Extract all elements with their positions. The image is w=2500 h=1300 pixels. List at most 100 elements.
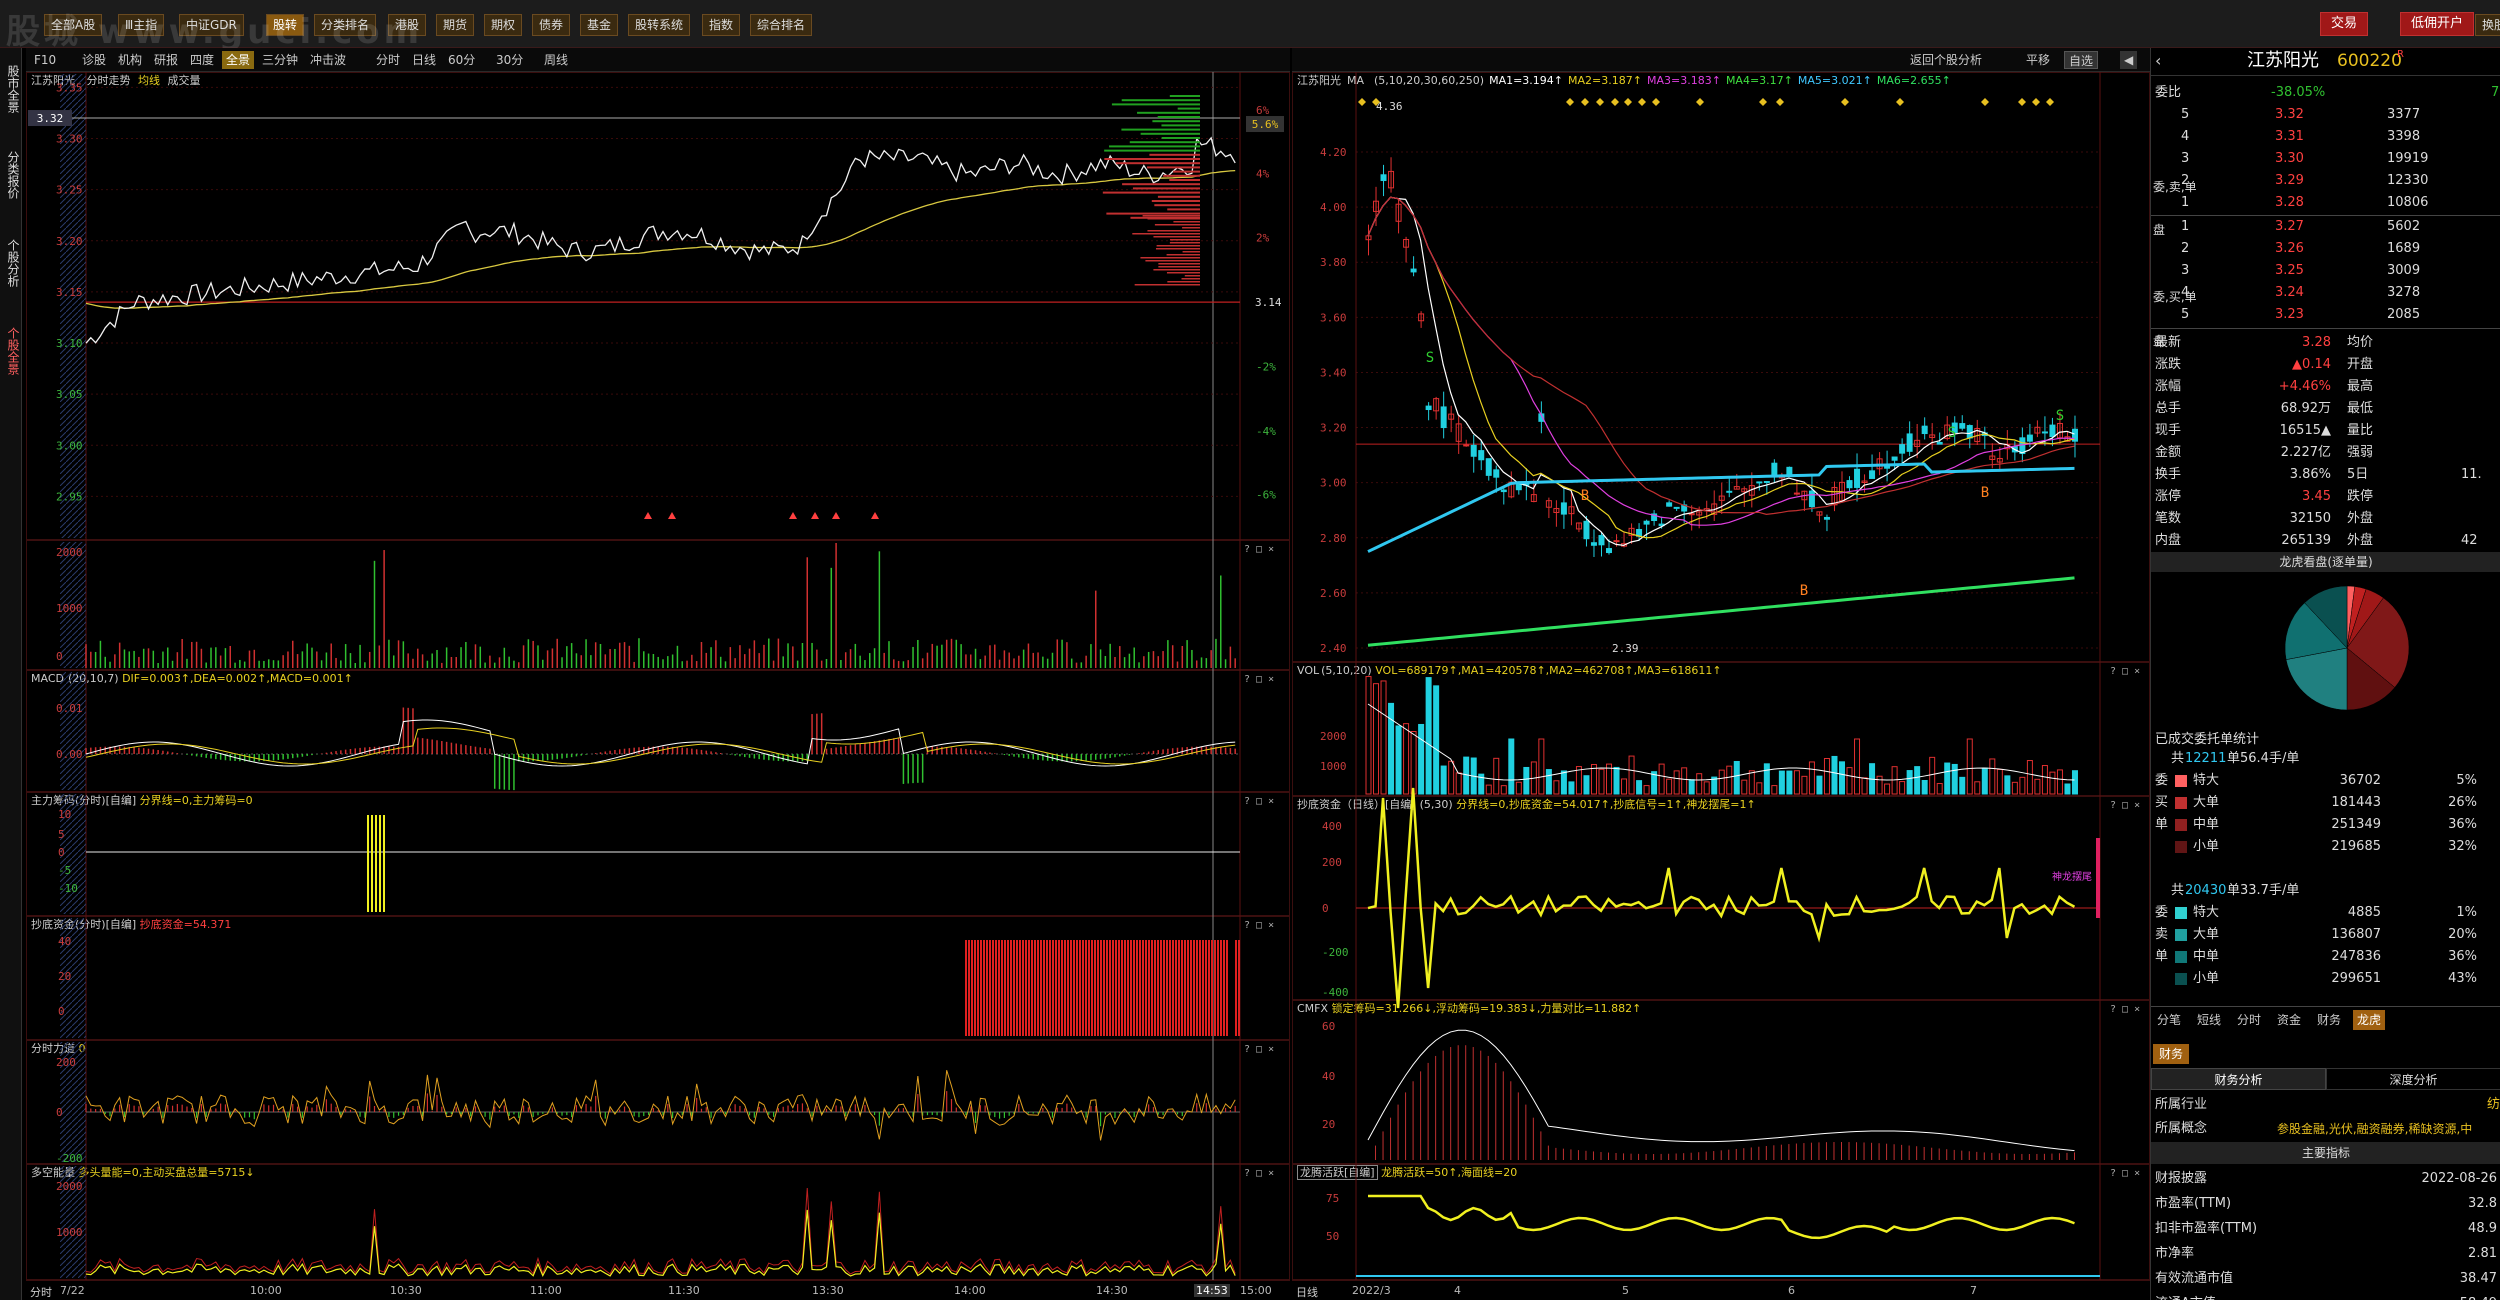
order-size-pct: 20%	[2448, 927, 2477, 942]
order-depth-bar	[1102, 191, 1200, 194]
kvol-bar	[1741, 779, 1748, 795]
kbottom-tick: -400	[1322, 986, 1349, 999]
order-size-pct: 36%	[2448, 949, 2477, 964]
order-depth-bar	[1154, 224, 1200, 226]
kvol-bar	[1718, 769, 1725, 795]
quote-tab-2[interactable]: 分时	[2233, 1010, 2265, 1030]
kvol-bar	[1914, 766, 1921, 795]
sell-level-4: 4 3.31 3398	[2151, 126, 2500, 148]
kvol-tick: 2000	[1320, 730, 1347, 743]
avg-price-line	[85, 169, 1236, 309]
order-depth-bar	[1163, 174, 1200, 177]
order-size-value: 136807	[2331, 927, 2381, 942]
price-tick: 3.20	[56, 235, 83, 248]
kvol-bar	[1876, 775, 1883, 795]
quote-tab-5[interactable]: 龙虎	[2353, 1010, 2386, 1030]
price-tick: 2.95	[56, 490, 83, 503]
candle-body	[1786, 466, 1793, 475]
total-label: 共	[2171, 883, 2185, 898]
order-depth-bar	[1140, 132, 1200, 135]
open-account-button[interactable]: 低佣开户	[2400, 12, 2475, 36]
total-label: 共	[2171, 751, 2185, 766]
order-depth-bar	[1167, 208, 1200, 211]
sell-level-3: 3 3.30 19919	[2151, 148, 2500, 170]
candle-body	[1643, 520, 1650, 525]
kvol-bar	[1921, 779, 1928, 795]
kvol-bar	[1959, 776, 1966, 795]
quote-tab-4[interactable]: 财务	[2313, 1010, 2345, 1030]
sell-deal-row: 卖 大单 136807 20%	[2151, 924, 2500, 946]
kvol-bar	[2034, 778, 2041, 795]
quote-tab-1[interactable]: 短线	[2193, 1010, 2225, 1030]
active-line	[1368, 1194, 2075, 1240]
order-depth-bar	[1156, 245, 1200, 247]
stat-row: 涨停 3.45 跌停	[2151, 486, 2500, 508]
cell: 3278	[2387, 285, 2421, 300]
kvol-bar	[1786, 770, 1793, 795]
side-char: 单	[2155, 949, 2169, 964]
fin-analysis-tab[interactable]: 财务分析	[2151, 1068, 2326, 1090]
cell: 市净率	[2155, 1246, 2195, 1261]
order-size-pct: 32%	[2448, 839, 2477, 854]
kvol-bar	[1816, 775, 1823, 795]
order-depth-bar	[1177, 107, 1200, 110]
current-price-label: 3.32	[37, 112, 64, 125]
signal-diamond	[1581, 98, 1589, 106]
cell: 10806	[2387, 195, 2429, 210]
kline-price-tick: 4.20	[1320, 146, 1347, 159]
kline-price-tick: 3.20	[1320, 422, 1347, 435]
book-divider	[2151, 328, 2500, 329]
candle-body	[2026, 434, 2033, 442]
signal-diamond	[1358, 98, 1366, 106]
kvol-bar	[1771, 785, 1778, 795]
cell: 量比	[2347, 423, 2374, 438]
stat-row: 换手 3.86% 5日 11.	[2151, 464, 2500, 486]
back-arrow-icon[interactable]: ‹	[2155, 50, 2161, 72]
signal-triangle	[644, 512, 652, 519]
kvol-bar	[1846, 767, 1853, 795]
candle-body	[1463, 444, 1470, 447]
kvol-bar	[1996, 768, 2003, 795]
stat-row: 金额 2.227亿 强弱	[2151, 442, 2500, 464]
kbottom-tick: 0	[1322, 902, 1329, 915]
trade-button[interactable]: 交易	[2320, 12, 2369, 36]
candle-body	[1726, 490, 1733, 493]
kline-price-tick: 3.40	[1320, 366, 1347, 379]
candle-body	[1808, 490, 1815, 508]
kvol-bar	[1793, 770, 1800, 795]
kline-price-tick: 4.00	[1320, 201, 1347, 214]
quote-tab-3[interactable]: 资金	[2273, 1010, 2305, 1030]
order-depth-bar	[1109, 145, 1200, 148]
candle-body	[1666, 502, 1673, 507]
finance-tab[interactable]: 财务	[2153, 1044, 2190, 1064]
order-size-value: 181443	[2331, 795, 2381, 810]
skin-button[interactable]: 换肤	[2475, 14, 2500, 36]
main-tick: -10	[58, 882, 78, 895]
panel-controls-icon: ? □ ×	[2110, 800, 2140, 811]
kvol-bar	[2056, 769, 2063, 795]
kvol-bar	[1455, 772, 1462, 795]
signal-diamond	[1896, 98, 1904, 106]
order-depth-bar	[1104, 149, 1200, 152]
cell: 19919	[2387, 151, 2429, 166]
candle-body	[2019, 437, 2026, 455]
kvol-bar	[1906, 770, 1913, 795]
quote-stock-code: 600220	[2337, 51, 2402, 71]
kvol-bar	[1380, 680, 1387, 795]
margin-flag: R	[2397, 49, 2404, 60]
kvol-bar	[1613, 766, 1620, 795]
pct-tick: -4%	[1256, 425, 1276, 438]
order-depth-bar	[1169, 242, 1200, 244]
order-depth-bar	[1145, 260, 1200, 262]
candle-body	[1500, 489, 1507, 493]
candle-body	[1959, 423, 1966, 429]
kvol-bar	[1989, 758, 1996, 795]
price-tick: 3.25	[56, 184, 83, 197]
order-depth-bar	[1158, 266, 1200, 268]
quote-tab-0[interactable]: 分笔	[2153, 1010, 2185, 1030]
deep-analysis-tab[interactable]: 深度分析	[2326, 1068, 2500, 1090]
price-tick: 3.30	[56, 132, 83, 145]
kvol-bar	[2071, 770, 2078, 795]
order-size-label: 特大	[2193, 773, 2220, 788]
order-size-value: 4885	[2347, 905, 2381, 920]
